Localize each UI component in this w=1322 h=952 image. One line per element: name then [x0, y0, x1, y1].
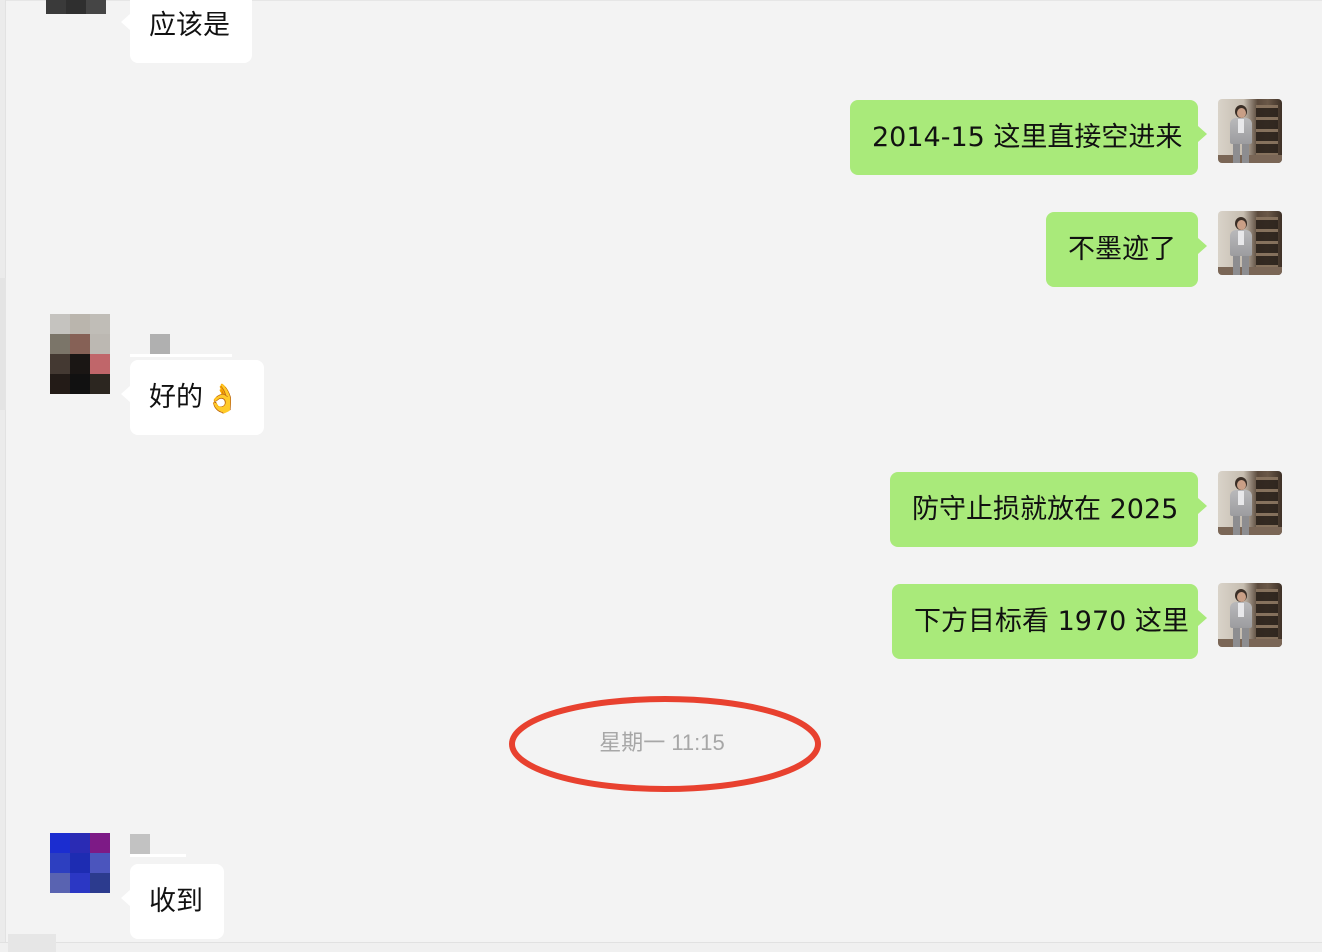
message-bubble[interactable]: 收到 [121, 864, 224, 939]
my-avatar[interactable] [1218, 583, 1282, 647]
left-scroll-indicator [0, 278, 6, 410]
message-bubble[interactable]: 应该是 [121, 0, 252, 63]
message-text: 防守止损就放在 2025 [912, 494, 1179, 525]
message-bubble[interactable]: 2014-15 这里直接空进来 [850, 100, 1207, 175]
name-underline [130, 354, 232, 357]
contact-name-redacted [130, 834, 150, 854]
my-avatar[interactable] [1218, 211, 1282, 275]
message-text: 应该是 [149, 10, 230, 41]
message-bubble[interactable]: 防守止损就放在 2025 [890, 472, 1207, 547]
message-text: 好的 [149, 382, 203, 413]
message-bubble[interactable]: 好的👌 [121, 360, 264, 435]
contact-avatar[interactable] [46, 0, 106, 14]
chat-message-panel[interactable]: 应该是 2014-15 这里直接空进来 不墨迹了 好的👌 防守止损就放在 202… [0, 0, 1322, 952]
my-avatar[interactable] [1218, 471, 1282, 535]
message-text: 不墨迹了 [1068, 234, 1176, 265]
message-text: 收到 [149, 886, 203, 917]
message-text: 2014-15 这里直接空进来 [872, 122, 1183, 153]
ok-hand-emoji: 👌 [205, 382, 240, 415]
bottom-corner-tab [8, 934, 56, 952]
contact-avatar[interactable] [50, 833, 110, 893]
my-avatar[interactable] [1218, 99, 1282, 163]
message-text: 下方目标看 1970 这里 [914, 606, 1189, 637]
bottom-divider [0, 942, 1322, 952]
contact-avatar[interactable] [50, 314, 110, 394]
name-underline [130, 854, 186, 857]
message-bubble[interactable]: 下方目标看 1970 这里 [892, 584, 1207, 659]
left-panel-edge [0, 0, 6, 952]
contact-name-redacted [150, 334, 170, 354]
message-timestamp: 星期一 11:15 [599, 730, 725, 755]
message-bubble[interactable]: 不墨迹了 [1046, 212, 1207, 287]
